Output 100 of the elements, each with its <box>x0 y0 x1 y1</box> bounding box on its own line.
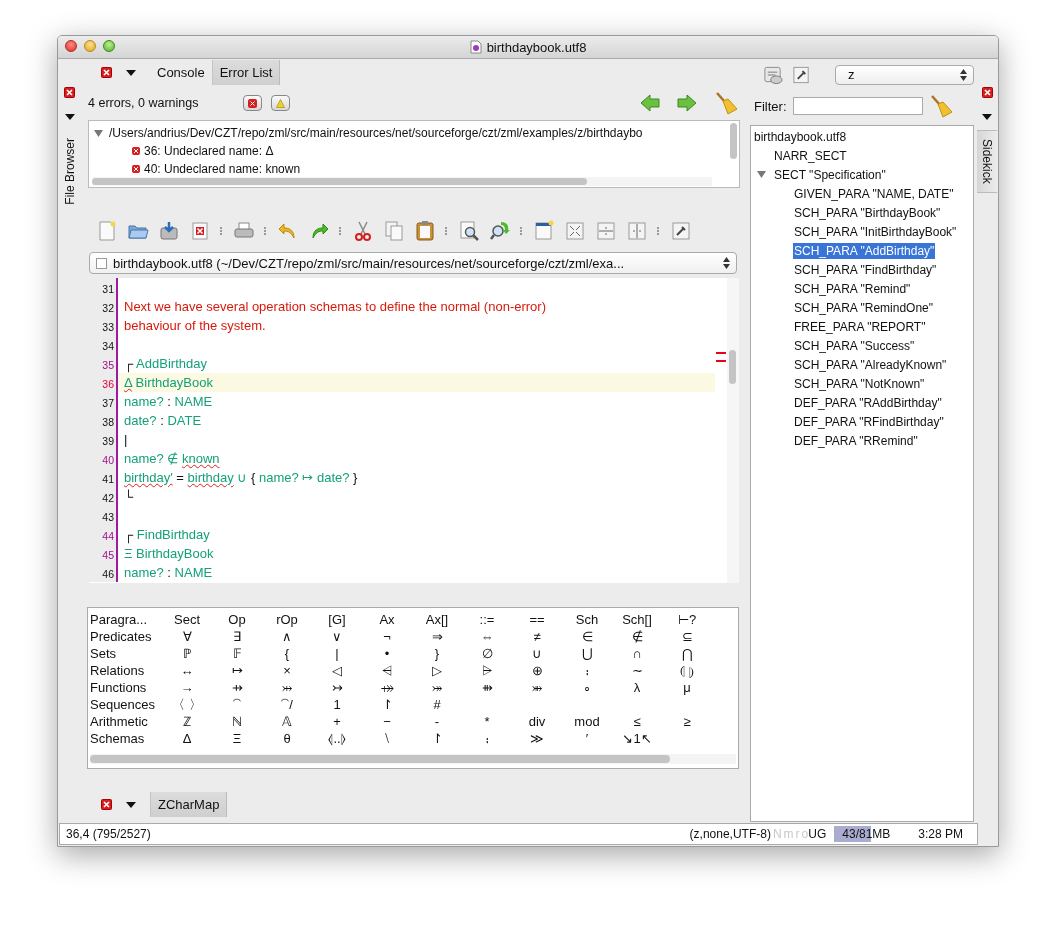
paste-icon[interactable] <box>414 220 436 242</box>
symbol-key[interactable]: * <box>462 713 512 730</box>
symbol-key[interactable]: μ <box>662 679 712 696</box>
symbol-key[interactable]: ↘1↖ <box>612 730 662 747</box>
tree-item[interactable]: SCH_PARA "InitBirthdayBook" <box>793 223 958 240</box>
symbol-key[interactable]: Ax <box>362 611 412 628</box>
dock-tab[interactable]: Sidekick <box>977 130 997 193</box>
symbol-key[interactable]: ▷ <box>412 662 462 679</box>
close-file-icon[interactable] <box>189 220 211 242</box>
errors-filter-button[interactable] <box>243 95 263 111</box>
copy-icon[interactable] <box>383 220 405 242</box>
split-vertical-icon[interactable] <box>626 220 648 242</box>
symbol-key[interactable]: × <box>262 662 312 679</box>
symbol-key[interactable]: Sect <box>162 611 212 628</box>
scrollbar[interactable] <box>90 754 736 764</box>
symbol-key[interactable]: 1 <box>312 696 362 713</box>
close-window-button[interactable] <box>65 40 77 52</box>
status-flag[interactable]: U <box>808 827 817 841</box>
symbol-key[interactable]: ∩ <box>612 645 662 662</box>
panel-tab[interactable]: Console <box>150 60 212 85</box>
split-horizontal-icon[interactable] <box>595 220 617 242</box>
tree-item[interactable]: SCH_PARA "BirthdayBook" <box>793 204 942 221</box>
close-icon[interactable] <box>64 87 75 98</box>
filter-field[interactable] <box>792 97 923 115</box>
symbol-key[interactable]: ≫ <box>512 730 562 747</box>
symbol-key[interactable]: 〈 〉 <box>162 696 212 713</box>
symbol-key[interactable]: ≠ <box>512 628 562 645</box>
symbol-key[interactable]: ◁ <box>312 662 362 679</box>
expand-triangle-icon[interactable] <box>94 128 103 138</box>
buffer-dropdown[interactable]: birthdaybook.utf8 (~/Dev/CZT/repo/zml/src/main/resources/net/sourceforge/czt/zml/exa... <box>89 252 737 274</box>
tree-item[interactable]: birthdaybook.utf8 <box>753 128 848 145</box>
symbol-key[interactable]: ⊆ <box>662 628 712 645</box>
symbol-key[interactable]: ⋃ <box>562 645 612 662</box>
settings-icon[interactable] <box>791 64 811 85</box>
symbol-key[interactable]: + <box>312 713 362 730</box>
symbol-key[interactable]: [G] <box>312 611 362 628</box>
zoom-window-button[interactable] <box>103 40 115 52</box>
symbol-key[interactable]: ↔ <box>162 662 212 679</box>
file-path[interactable]: /Users/andrius/Dev/CZT/repo/zml/src/main/resources/net/sourceforge/czt/zml/examples/z/birthdaybo <box>109 126 643 140</box>
symbol-key[interactable]: | <box>312 645 362 662</box>
tree-item[interactable]: FREE_PARA "REPORT" <box>793 318 927 335</box>
save-icon[interactable] <box>158 220 180 242</box>
close-icon[interactable] <box>101 67 112 78</box>
tree-item[interactable]: DEF_PARA "RRemind" <box>793 432 919 449</box>
symbol-key[interactable]: ⤀ <box>362 679 412 696</box>
settings-icon[interactable] <box>670 220 692 242</box>
symbol-key[interactable]: ⤔ <box>262 679 312 696</box>
symbol-key[interactable]: ⇔ <box>462 628 512 645</box>
scrollbar[interactable] <box>92 177 712 186</box>
symbol-key[interactable]: } <box>412 645 462 662</box>
close-icon[interactable] <box>981 87 993 98</box>
symbol-key[interactable]: Δ <box>162 730 212 747</box>
symbol-key[interactable]: ∪ <box>512 645 562 662</box>
symbol-key[interactable]: ↣ <box>312 679 362 696</box>
find-replace-icon[interactable] <box>489 220 511 242</box>
error-marker-icon[interactable] <box>716 352 726 362</box>
tree-item[interactable]: SCH_PARA "FindBirthday" <box>793 261 938 278</box>
symbol-key[interactable]: ∨ <box>312 628 362 645</box>
dock-tab[interactable]: File Browser <box>59 130 80 213</box>
back-arrow-icon[interactable] <box>640 94 660 112</box>
symbol-key[interactable]: ∈ <box>562 628 612 645</box>
symbol-key[interactable]: rOp <box>262 611 312 628</box>
symbol-key[interactable]: ↦ <box>212 662 262 679</box>
minimize-window-button[interactable] <box>84 40 96 52</box>
new-view-icon[interactable] <box>533 220 555 242</box>
symbol-key[interactable]: Ax[] <box>412 611 462 628</box>
find-icon[interactable] <box>458 220 480 242</box>
parser-dropdown[interactable]: z <box>835 64 974 85</box>
panel-tab[interactable]: ZCharMap <box>150 792 228 817</box>
symbol-key[interactable]: ::= <box>462 611 512 628</box>
symbol-key[interactable]: ℤ <box>162 713 212 730</box>
symbol-key[interactable]: ⤕ <box>512 679 562 696</box>
symbol-key[interactable]: ⩥ <box>462 662 512 679</box>
symbol-key[interactable]: div <box>512 713 562 730</box>
symbol-key[interactable]: Op <box>212 611 262 628</box>
caret-icon[interactable] <box>982 114 992 120</box>
symbol-key[interactable]: ∘ <box>562 679 612 696</box>
symbol-key[interactable]: ⇻ <box>462 679 512 696</box>
symbol-key[interactable]: Ξ <box>212 730 262 747</box>
symbol-key[interactable]: ∅ <box>462 645 512 662</box>
symbol-key[interactable]: ¬ <box>362 628 412 645</box>
caret-icon[interactable] <box>64 114 75 120</box>
symbol-key[interactable]: ∀ <box>162 628 212 645</box>
symbol-key[interactable]: Sch <box>562 611 612 628</box>
close-icon[interactable] <box>101 799 112 810</box>
tree-item[interactable]: SECT "Specification" <box>773 166 887 183</box>
symbol-key[interactable]: ℕ <box>212 713 262 730</box>
unsplit-icon[interactable] <box>564 220 586 242</box>
warnings-filter-button[interactable] <box>271 95 291 111</box>
broom-icon[interactable] <box>928 94 953 118</box>
caret-icon[interactable] <box>126 69 136 76</box>
tree-item[interactable]: DEF_PARA "RFindBirthday" <box>793 413 945 430</box>
symbol-key[interactable]: − <box>362 713 412 730</box>
symbol-key[interactable]: 𝔽 <box>212 645 262 662</box>
tree-item[interactable]: SCH_PARA "AlreadyKnown" <box>793 356 948 373</box>
symbol-key[interactable]: ⁀/ <box>262 696 312 713</box>
symbol-key[interactable]: ⩤ <box>362 662 412 679</box>
symbol-key[interactable]: ≤ <box>612 713 662 730</box>
broom-icon[interactable] <box>714 91 738 115</box>
symbol-key[interactable]: ⦉..⦊ <box>312 730 362 747</box>
